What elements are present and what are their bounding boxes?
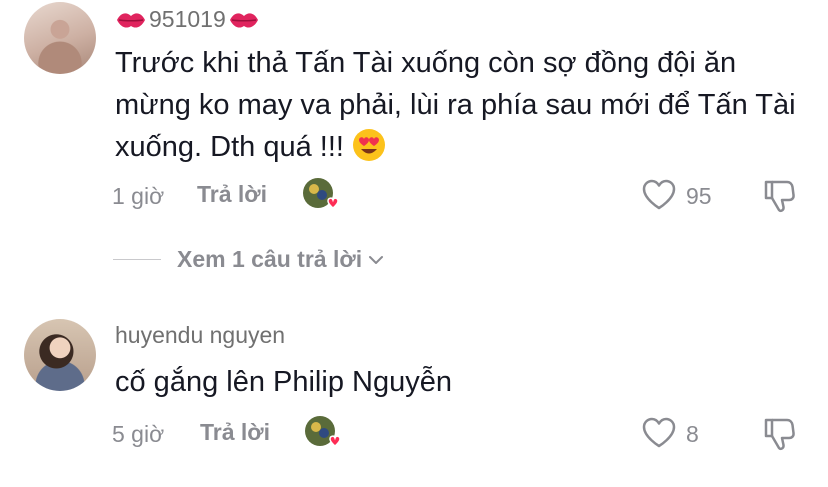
creator-liked-avatar-icon: [303, 178, 339, 209]
username-text: 951019: [149, 6, 226, 32]
chevron-down-icon: [369, 255, 384, 264]
heart-eyes-emoji-icon: [352, 129, 385, 161]
view-replies-button[interactable]: Xem 1 câu trả lời: [177, 246, 384, 273]
view-replies-label: Xem 1 câu trả lời: [177, 246, 363, 272]
reply-button[interactable]: Trả lời: [200, 419, 270, 446]
kiss-mark-icon: [117, 12, 145, 28]
username-text: huyendu nguyen: [115, 322, 286, 348]
comment-body: cố gắng lên Philip Nguyễn: [115, 366, 452, 398]
comment-time: 1 giờ: [112, 183, 165, 209]
comment-text: cố gắng lên Philip Nguyễn: [115, 361, 805, 403]
like-count: 95: [686, 183, 712, 209]
reply-button[interactable]: Trả lời: [197, 181, 267, 208]
heart-outline-icon[interactable]: [641, 179, 677, 211]
dislike-icon[interactable]: [762, 178, 796, 214]
replies-divider: [113, 259, 161, 260]
comment-text: Trước khi thả Tấn Tài xuống còn sợ đồng …: [115, 42, 805, 168]
dislike-icon[interactable]: [762, 416, 796, 452]
comment-username[interactable]: 951019: [115, 6, 260, 33]
comment-time: 5 giờ: [112, 421, 165, 447]
avatar[interactable]: [24, 2, 96, 74]
creator-liked-avatar-icon: [305, 416, 341, 447]
comment-username[interactable]: huyendu nguyen: [115, 322, 285, 349]
like-count: 8: [686, 421, 699, 447]
avatar[interactable]: [24, 319, 96, 391]
heart-outline-icon[interactable]: [641, 417, 677, 449]
comment-body: Trước khi thả Tấn Tài xuống còn sợ đồng …: [115, 47, 796, 163]
kiss-mark-icon: [229, 12, 258, 28]
